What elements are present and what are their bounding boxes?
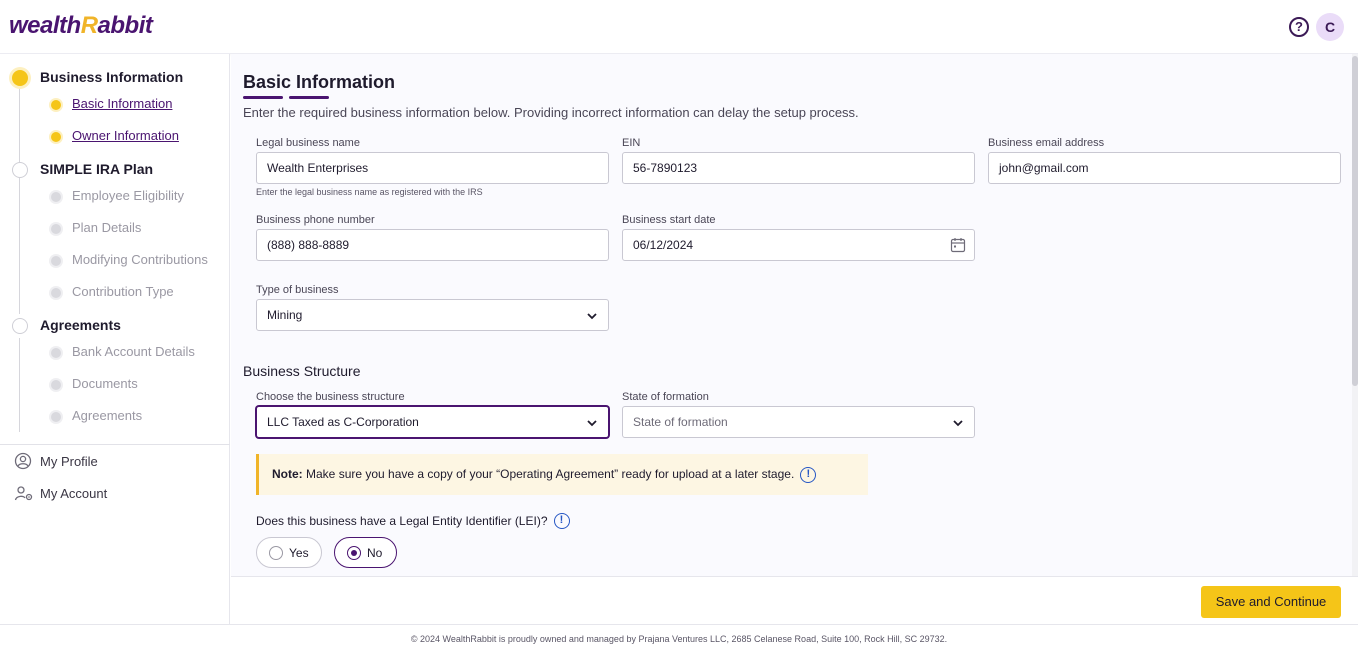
operating-agreement-note: Note: Make sure you have a copy of your …	[256, 454, 868, 495]
substep-dot	[51, 380, 61, 390]
substep-dot	[51, 412, 61, 422]
copyright-footer: © 2024 WealthRabbit is proudly owned and…	[0, 624, 1358, 652]
wealthrabbit-logo[interactable]: wealthRabbit	[9, 12, 153, 40]
sidebar-item-documents[interactable]: Documents	[0, 376, 230, 396]
info-icon[interactable]: !	[553, 512, 570, 529]
note-label: Note:	[272, 467, 303, 481]
main-content: Basic Information Enter the required bus…	[231, 54, 1358, 576]
start-date-value: 06/12/2024	[633, 238, 694, 252]
structure-label: Choose the business structure	[256, 391, 405, 403]
page-title: Basic Information	[243, 72, 396, 92]
section-title-business-structure: Business Structure	[243, 363, 361, 379]
scroll-thumb[interactable]	[1352, 56, 1358, 386]
ein-input[interactable]: 56-7890123	[622, 152, 975, 184]
phone-input[interactable]: (888) 888-8889	[256, 229, 609, 261]
step-status-dot	[12, 318, 28, 334]
info-icon[interactable]: !	[800, 466, 817, 483]
substep-dot	[51, 224, 61, 234]
calendar-icon[interactable]	[950, 237, 966, 253]
business-structure-select[interactable]: LLC Taxed as C-Corporation	[256, 406, 609, 438]
radio-circle	[269, 546, 283, 560]
sidebar-link-my-profile[interactable]: My Profile	[14, 452, 214, 472]
substep-dot	[51, 288, 61, 298]
vertical-scrollbar[interactable]	[1352, 54, 1358, 576]
chevron-down-icon	[587, 313, 597, 320]
user-avatar[interactable]: C	[1316, 13, 1344, 41]
lei-question-text: Does this business have a Legal Entity I…	[256, 514, 548, 528]
action-bar: Save and Continue	[231, 576, 1358, 624]
sidebar-item-owner-information[interactable]: Owner Information	[0, 128, 230, 148]
business-type-value: Mining	[267, 308, 303, 322]
chevron-down-icon	[587, 420, 597, 427]
sidebar-link-my-account[interactable]: My Account	[14, 484, 214, 504]
chevron-down-icon	[953, 420, 963, 427]
substep-dot	[51, 192, 61, 202]
save-and-continue-button[interactable]: Save and Continue	[1201, 586, 1341, 618]
legal-name-hint: Enter the legal business name as registe…	[256, 187, 483, 197]
state-formation-select[interactable]: State of formation	[622, 406, 975, 438]
sidebar-item-contribution-type[interactable]: Contribution Type	[0, 284, 230, 304]
lei-option-yes[interactable]: Yes	[256, 537, 322, 568]
step-status-dot	[12, 162, 28, 178]
lei-option-no[interactable]: No	[334, 537, 397, 568]
legal-name-input[interactable]: Wealth Enterprises	[256, 152, 609, 184]
sidebar-divider	[0, 444, 230, 445]
title-underline	[289, 96, 329, 99]
sidebar-item-plan-details[interactable]: Plan Details	[0, 220, 230, 240]
sidebar-item-basic-information[interactable]: Basic Information	[0, 96, 230, 116]
page-subtitle: Enter the required business information …	[243, 105, 859, 120]
sidebar-item-bank-account-details[interactable]: Bank Account Details	[0, 344, 230, 364]
business-type-select[interactable]: Mining	[256, 299, 609, 331]
phone-label: Business phone number	[256, 214, 375, 226]
sidebar-item-employee-eligibility[interactable]: Employee Eligibility	[0, 188, 230, 208]
user-gear-icon	[14, 486, 33, 501]
start-date-label: Business start date	[622, 214, 716, 226]
substep-dot	[51, 348, 61, 358]
state-formation-label: State of formation	[622, 391, 709, 403]
substep-dot	[51, 132, 61, 142]
sidebar: Business Information Basic Information O…	[0, 54, 230, 624]
email-input[interactable]: john@gmail.com	[988, 152, 1341, 184]
substep-dot	[51, 256, 61, 266]
top-header: wealthRabbit ? C	[0, 0, 1358, 54]
lei-question: Does this business have a Legal Entity I…	[256, 512, 570, 529]
sidebar-item-agreements[interactable]: Agreements	[0, 408, 230, 428]
business-type-label: Type of business	[256, 284, 339, 296]
legal-name-label: Legal business name	[256, 137, 360, 149]
email-label: Business email address	[988, 137, 1105, 149]
state-formation-placeholder: State of formation	[633, 415, 728, 429]
user-circle-icon	[14, 452, 32, 470]
note-text: Make sure you have a copy of your “Opera…	[306, 467, 795, 481]
title-underline	[243, 96, 283, 99]
business-structure-value: LLC Taxed as C-Corporation	[267, 415, 419, 429]
ein-label: EIN	[622, 137, 641, 149]
help-icon[interactable]: ?	[1289, 17, 1309, 37]
start-date-input[interactable]: 06/12/2024	[622, 229, 975, 261]
sidebar-item-modifying-contributions[interactable]: Modifying Contributions	[0, 252, 230, 272]
radio-circle	[347, 546, 361, 560]
step-status-dot	[12, 70, 28, 86]
substep-dot	[51, 100, 61, 110]
